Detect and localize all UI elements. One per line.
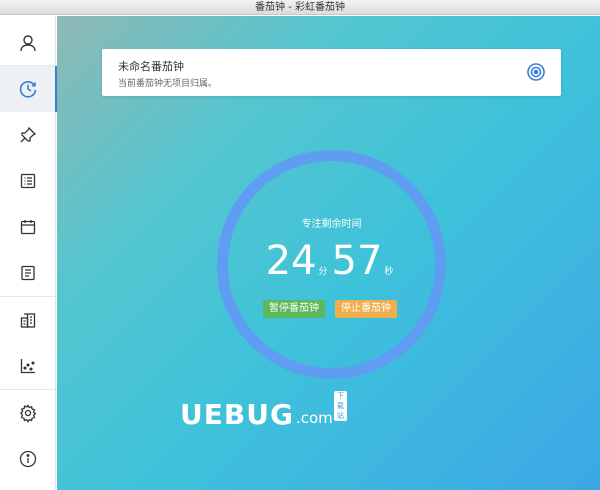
- nav-stats-building[interactable]: [0, 297, 56, 343]
- timer-minutes: 24: [265, 238, 317, 284]
- task-subtitle: 当前番茄钟无项目归属。: [118, 79, 218, 89]
- report-icon: [21, 265, 35, 281]
- watermark-suffix: .com: [295, 409, 333, 427]
- list-icon: [20, 173, 36, 189]
- target-icon: [527, 63, 545, 81]
- watermark-logo: UEBUG .com 下载站: [180, 391, 347, 431]
- nav-list[interactable]: [0, 158, 56, 204]
- calendar-icon: [20, 220, 36, 235]
- nav-settings[interactable]: [0, 390, 56, 436]
- main-panel: 未命名番茄钟 当前番茄钟无项目归属。 专注剩余时间 24 分 57 秒 暂停番茄钟 停…: [57, 16, 600, 490]
- nav-info[interactable]: [0, 436, 56, 482]
- timer-seconds: 57: [331, 238, 383, 284]
- nav-pin[interactable]: [0, 112, 56, 158]
- target-button[interactable]: [525, 61, 547, 83]
- clock-icon: [19, 81, 37, 98]
- timer-seconds-unit: 秒: [384, 267, 394, 277]
- scatter-chart-icon: [20, 359, 35, 374]
- gear-icon: [20, 404, 37, 423]
- pin-icon: [20, 126, 37, 143]
- user-icon: [20, 35, 36, 52]
- stop-button[interactable]: 停止番茄钟: [335, 300, 397, 318]
- nav-report[interactable]: [0, 250, 56, 296]
- nav-user[interactable]: [0, 20, 56, 66]
- timer-display: 24 分 57 秒: [217, 238, 446, 284]
- nav-clock[interactable]: [0, 66, 57, 112]
- window-titlebar: 番茄钟 - 彩虹番茄钟: [0, 0, 600, 15]
- info-icon: [19, 450, 37, 468]
- sidebar: [0, 16, 57, 490]
- watermark-text: UEBUG: [180, 398, 294, 431]
- timer-label: 专注剩余时间: [301, 219, 362, 230]
- watermark-badge: 下载站: [334, 391, 347, 421]
- task-card[interactable]: 未命名番茄钟 当前番茄钟无项目归属。: [102, 49, 561, 96]
- nav-scatter[interactable]: [0, 343, 56, 389]
- nav-calendar[interactable]: [0, 204, 56, 250]
- timer-minutes-unit: 分: [318, 267, 328, 277]
- task-title: 未命名番茄钟: [118, 60, 184, 73]
- window-title: 番茄钟 - 彩虹番茄钟: [255, 2, 345, 13]
- building-icon: [20, 313, 36, 328]
- pause-button[interactable]: 暂停番茄钟: [263, 300, 325, 318]
